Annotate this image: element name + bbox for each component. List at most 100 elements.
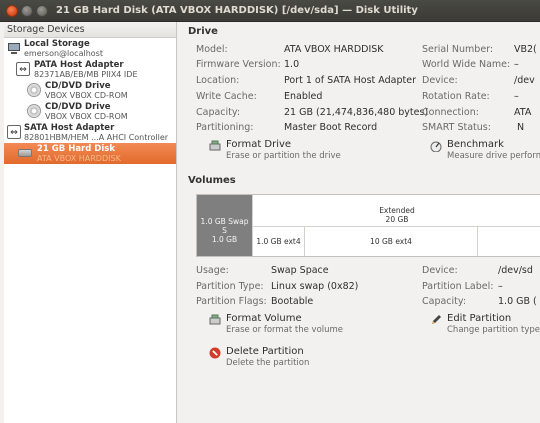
sidebar-item-title: Local Storage <box>24 39 90 49</box>
disk-utility-window: Storage Devices Local Storage emerson@lo… <box>0 22 540 423</box>
volume-capacity-label: Capacity: <box>422 296 467 307</box>
window-title: 21 GB Hard Disk (ATA VBOX HARDDISK) [/de… <box>56 5 418 16</box>
close-window-button[interactable] <box>6 5 18 17</box>
volume-ext4-1-label: 1.0 GB ext4 <box>256 237 301 246</box>
sidebar-header: Storage Devices <box>4 22 176 38</box>
delete-partition-desc: Delete the partition <box>226 358 310 368</box>
minimize-window-button[interactable] <box>21 5 33 17</box>
title-bar: 21 GB Hard Disk (ATA VBOX HARDDISK) [/de… <box>0 0 540 22</box>
volume-partition-type-label: Partition Type: <box>196 281 264 292</box>
adapter-icon: ⇔ <box>16 62 30 76</box>
volume-extended-label: Extended <box>379 206 415 215</box>
delete-partition-title: Delete Partition <box>226 346 304 357</box>
format-drive-title: Format Drive <box>226 139 292 150</box>
sidebar-item-subtitle: ATA VBOX HARDDISK <box>37 154 121 163</box>
drive-model-label: Model: <box>196 44 228 55</box>
edit-partition-desc: Change partition type, l <box>447 325 540 335</box>
sidebar-item-subtitle: VBOX VBOX CD-ROM <box>45 91 128 100</box>
drive-serial-value: VB2( <box>514 44 537 55</box>
volume-capacity-value: 1.0 GB ( <box>498 296 537 307</box>
drive-smart-label: SMART Status: <box>422 122 491 133</box>
sidebar-item-subtitle: emerson@localhost <box>24 49 103 58</box>
sidebar-item-hard-disk[interactable]: 21 GB Hard Disk ATA VBOX HARDDISK <box>4 143 176 164</box>
sidebar-item-pata-adapter[interactable]: ⇔ PATA Host Adapter 82371AB/EB/MB PIIX4 … <box>4 59 176 80</box>
pencil-icon <box>430 314 442 326</box>
format-volume-desc: Erase or format the volume <box>226 325 344 335</box>
benchmark-icon <box>430 140 442 153</box>
drive-device-label: Device: <box>422 75 458 86</box>
drive-serial-label: Serial Number: <box>422 44 494 55</box>
storage-devices-sidebar: Storage Devices Local Storage emerson@lo… <box>4 22 177 423</box>
sidebar-item-title: CD/DVD Drive <box>45 102 111 112</box>
drive-firmware-value: 1.0 <box>284 59 300 70</box>
drive-firmware-label: Firmware Version: <box>196 59 281 70</box>
volume-segment-3[interactable] <box>478 227 540 256</box>
drive-connection-label: Connection: <box>422 107 479 118</box>
volume-partition-flags-value: Bootable <box>271 296 314 307</box>
drive-partitioning-label: Partitioning: <box>196 122 254 133</box>
sidebar-item-cd-dvd-drive-1[interactable]: CD/DVD Drive VBOX VBOX CD-ROM <box>4 80 176 101</box>
volume-swap-segment[interactable]: 1.0 GB Swap S 1.0 GB <box>197 195 253 256</box>
volumes-section-title: Volumes <box>188 175 236 186</box>
format-icon <box>209 314 221 326</box>
drive-smart-value: N <box>517 122 525 133</box>
drive-wwn-value: – <box>514 59 519 70</box>
volume-partition-flags-label: Partition Flags: <box>196 296 267 307</box>
volume-usage-label: Usage: <box>196 265 229 276</box>
drive-device-value: /dev <box>514 75 535 86</box>
volume-ext4-segment-2[interactable]: 10 GB ext4 <box>305 227 478 256</box>
adapter-icon: ⇔ <box>7 125 21 139</box>
optical-disc-icon <box>27 104 41 118</box>
sidebar-item-title: SATA Host Adapter <box>24 123 115 133</box>
volume-swap-size: 1.0 GB <box>211 235 238 244</box>
computer-icon <box>7 41 21 55</box>
drive-wwn-label: World Wide Name: <box>422 59 511 70</box>
volume-usage-value: Swap Space <box>271 265 329 276</box>
drive-rotation-label: Rotation Rate: <box>422 91 490 102</box>
sidebar-item-title: CD/DVD Drive <box>45 81 111 91</box>
benchmark-title: Benchmark <box>447 139 504 150</box>
drive-capacity-value: 21 GB (21,474,836,480 bytes) <box>284 107 429 118</box>
drive-write-cache-label: Write Cache: <box>196 91 257 102</box>
sidebar-item-sata-adapter[interactable]: ⇔ SATA Host Adapter 82801HBM/HEM ...A AH… <box>4 122 176 143</box>
benchmark-desc: Measure drive perform... <box>447 151 540 161</box>
sidebar-item-local-storage[interactable]: Local Storage emerson@localhost <box>4 38 176 59</box>
drive-capacity-label: Capacity: <box>196 107 241 118</box>
drive-section-title: Drive <box>188 26 218 37</box>
volume-device-label: Device: <box>422 265 458 276</box>
edit-partition-button[interactable]: Edit Partition Change partition type, l <box>430 313 540 338</box>
hard-disk-icon <box>18 149 32 157</box>
format-drive-button[interactable]: Format Drive Erase or partition the driv… <box>209 139 389 164</box>
maximize-window-button[interactable] <box>36 5 48 17</box>
volume-ext4-2-label: 10 GB ext4 <box>370 237 412 246</box>
sidebar-item-title: PATA Host Adapter <box>34 60 124 70</box>
optical-disc-icon <box>27 83 41 97</box>
sidebar-item-title: 21 GB Hard Disk <box>37 144 115 154</box>
benchmark-button[interactable]: Benchmark Measure drive perform... <box>430 139 540 164</box>
delete-icon <box>209 347 221 359</box>
format-volume-button[interactable]: Format Volume Erase or format the volume <box>209 313 389 338</box>
drive-rotation-value: – <box>514 91 519 102</box>
edit-partition-title: Edit Partition <box>447 313 512 324</box>
volume-partition-type-value: Linux swap (0x82) <box>271 281 359 292</box>
volume-swap-label: 1.0 GB Swap S <box>200 217 249 235</box>
sidebar-item-subtitle: VBOX VBOX CD-ROM <box>45 112 128 121</box>
drive-partitioning-value: Master Boot Record <box>284 122 378 133</box>
volume-map: 1.0 GB Swap S 1.0 GB Extended 20 GB 1.0 … <box>196 194 540 257</box>
main-panel: Drive Model: ATA VBOX HARDDISK Firmware … <box>187 22 540 423</box>
volume-partition-label-label: Partition Label: <box>422 281 494 292</box>
drive-write-cache-value: Enabled <box>284 91 323 102</box>
sidebar-item-cd-dvd-drive-2[interactable]: CD/DVD Drive VBOX VBOX CD-ROM <box>4 101 176 122</box>
format-drive-desc: Erase or partition the drive <box>226 151 341 161</box>
sidebar-item-subtitle: 82801HBM/HEM ...A AHCI Controller <box>24 133 169 142</box>
drive-location-value: Port 1 of SATA Host Adapter <box>284 75 416 86</box>
volume-ext4-segment-1[interactable]: 1.0 GB ext4 <box>253 227 305 256</box>
format-icon <box>209 140 221 152</box>
volume-extended-size: 20 GB <box>385 215 409 224</box>
format-volume-title: Format Volume <box>226 313 302 324</box>
volume-device-value: /dev/sd <box>498 265 533 276</box>
drive-location-label: Location: <box>196 75 240 86</box>
delete-partition-button[interactable]: Delete Partition Delete the partition <box>209 346 389 371</box>
volume-extended-segment[interactable]: Extended 20 GB <box>253 195 540 227</box>
drive-model-value: ATA VBOX HARDDISK <box>284 44 384 55</box>
